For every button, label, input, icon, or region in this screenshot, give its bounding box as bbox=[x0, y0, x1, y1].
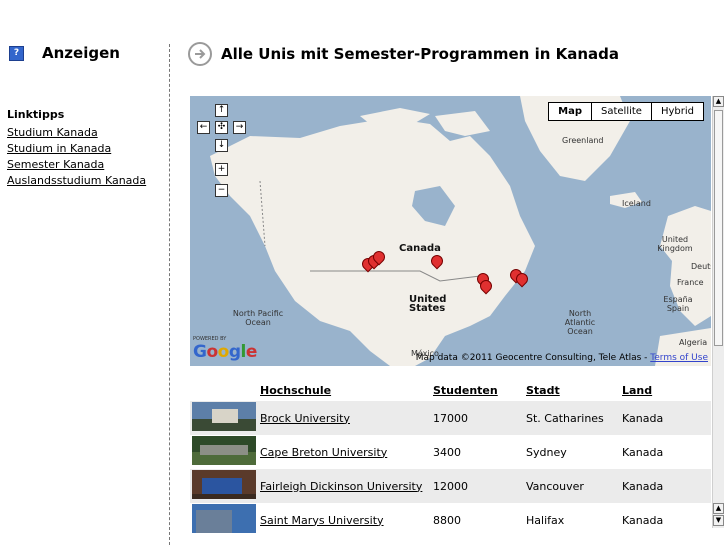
university-thumbnail[interactable] bbox=[192, 402, 256, 431]
terms-of-use-link[interactable]: Terms of Use bbox=[650, 353, 708, 363]
label-north-atlantic: North Atlantic Ocean bbox=[564, 309, 596, 336]
link-studium-in-kanada[interactable]: Studium in Kanada bbox=[7, 141, 146, 157]
map-type-hybrid[interactable]: Hybrid bbox=[650, 103, 703, 120]
university-name-link[interactable]: Cape Breton University bbox=[260, 446, 387, 459]
label-deutsch: Deuts bbox=[691, 262, 711, 271]
scroll-down-icon[interactable]: ▼ bbox=[713, 515, 724, 526]
label-france: France bbox=[677, 278, 704, 287]
link-tips: Linktipps Studium Kanada Studium in Kana… bbox=[7, 108, 146, 189]
university-thumbnail[interactable] bbox=[192, 470, 256, 499]
label-greenland: Greenland bbox=[562, 136, 604, 145]
link-studium-kanada[interactable]: Studium Kanada bbox=[7, 125, 146, 141]
header-hochschule[interactable]: Hochschule bbox=[260, 380, 433, 401]
country-cell: Kanada bbox=[622, 513, 664, 527]
sidebar-divider bbox=[169, 44, 170, 545]
zoom-out-icon[interactable]: − bbox=[215, 184, 228, 197]
map[interactable]: Map Satellite Hybrid ↑ ← ✣ → ↓ + − Green… bbox=[190, 96, 711, 366]
university-name-link[interactable]: Fairleigh Dickinson University bbox=[260, 480, 422, 493]
table-row[interactable]: Cape Breton University 3400 Sydney Kanad… bbox=[190, 435, 711, 469]
scroll-up-icon[interactable]: ▲ bbox=[713, 503, 724, 514]
students-cell: 17000 bbox=[433, 401, 526, 435]
page-header: Alle Unis mit Semester-Programmen in Kan… bbox=[188, 42, 619, 66]
students-cell: 3400 bbox=[433, 445, 461, 459]
header-thumbnail bbox=[190, 380, 260, 401]
pan-left-icon[interactable]: ← bbox=[197, 121, 210, 134]
label-united-states: United States bbox=[409, 294, 447, 314]
link-auslandsstudium-kanada[interactable]: Auslandsstudium Kanada bbox=[7, 173, 146, 189]
header-studenten[interactable]: Studenten bbox=[433, 380, 526, 401]
label-canada: Canada bbox=[399, 243, 441, 254]
pan-center-icon[interactable]: ✣ bbox=[215, 121, 228, 134]
university-name-link[interactable]: Saint Marys University bbox=[260, 514, 384, 527]
city-cell: Sydney bbox=[526, 445, 567, 459]
pan-right-icon[interactable]: → bbox=[233, 121, 246, 134]
link-semester-kanada[interactable]: Semester Kanada bbox=[7, 157, 146, 173]
help-icon[interactable]: ? bbox=[9, 45, 24, 61]
header-stadt[interactable]: Stadt bbox=[526, 380, 622, 401]
university-table: Hochschule Studenten Stadt Land Brock Un… bbox=[190, 380, 711, 537]
label-uk: United Kingdom bbox=[657, 235, 693, 253]
country-cell: Kanada bbox=[622, 445, 664, 459]
link-tips-title: Linktipps bbox=[7, 108, 65, 121]
map-type-switcher: Map Satellite Hybrid bbox=[548, 102, 704, 121]
students-cell: 12000 bbox=[433, 469, 526, 503]
header-land[interactable]: Land bbox=[622, 380, 711, 401]
city-cell: St. Catharines bbox=[526, 401, 622, 435]
city-cell: Vancouver bbox=[526, 469, 622, 503]
pan-up-icon[interactable]: ↑ bbox=[215, 104, 228, 117]
zoom-in-icon[interactable]: + bbox=[215, 163, 228, 176]
table-row[interactable]: Saint Marys University 8800 Halifax Kana… bbox=[190, 503, 711, 537]
sidebar: ? Anzeigen Linktipps Studium Kanada Stud… bbox=[0, 0, 168, 545]
country-cell: Kanada bbox=[622, 401, 711, 435]
arrow-right-icon bbox=[188, 42, 212, 66]
map-type-satellite[interactable]: Satellite bbox=[591, 103, 651, 120]
city-cell: Halifax bbox=[526, 513, 565, 527]
table-row[interactable]: Brock University 17000 St. Catharines Ka… bbox=[190, 401, 711, 435]
google-logo[interactable]: Google bbox=[193, 342, 257, 362]
country-cell: Kanada bbox=[622, 469, 711, 503]
label-north-pacific: North Pacific Ocean bbox=[232, 309, 284, 327]
scroll-thumb[interactable] bbox=[714, 110, 723, 346]
label-spain: España Spain bbox=[663, 295, 693, 313]
label-iceland: Iceland bbox=[622, 199, 651, 208]
ads-header: ? Anzeigen bbox=[9, 44, 120, 62]
map-copyright: Map data ©2011 Geocentre Consulting, Tel… bbox=[416, 353, 708, 363]
table-header-row: Hochschule Studenten Stadt Land bbox=[190, 380, 711, 401]
university-thumbnail[interactable] bbox=[192, 504, 256, 533]
students-cell: 8800 bbox=[433, 513, 461, 527]
university-thumbnail[interactable] bbox=[192, 436, 256, 465]
scroll-up-icon[interactable]: ▲ bbox=[713, 96, 724, 107]
table-row[interactable]: Fairleigh Dickinson University 12000 Van… bbox=[190, 469, 711, 503]
ads-title: Anzeigen bbox=[42, 44, 120, 62]
label-algeria: Algeria bbox=[679, 338, 708, 347]
pan-down-icon[interactable]: ↓ bbox=[215, 139, 228, 152]
page-title: Alle Unis mit Semester-Programmen in Kan… bbox=[221, 45, 620, 63]
copyright-text: Map data ©2011 Geocentre Consulting, Tel… bbox=[415, 353, 651, 363]
scrollbar[interactable]: ▲ ▲ ▼ bbox=[712, 96, 724, 528]
map-type-map[interactable]: Map bbox=[549, 103, 591, 120]
university-name-link[interactable]: Brock University bbox=[260, 412, 350, 425]
